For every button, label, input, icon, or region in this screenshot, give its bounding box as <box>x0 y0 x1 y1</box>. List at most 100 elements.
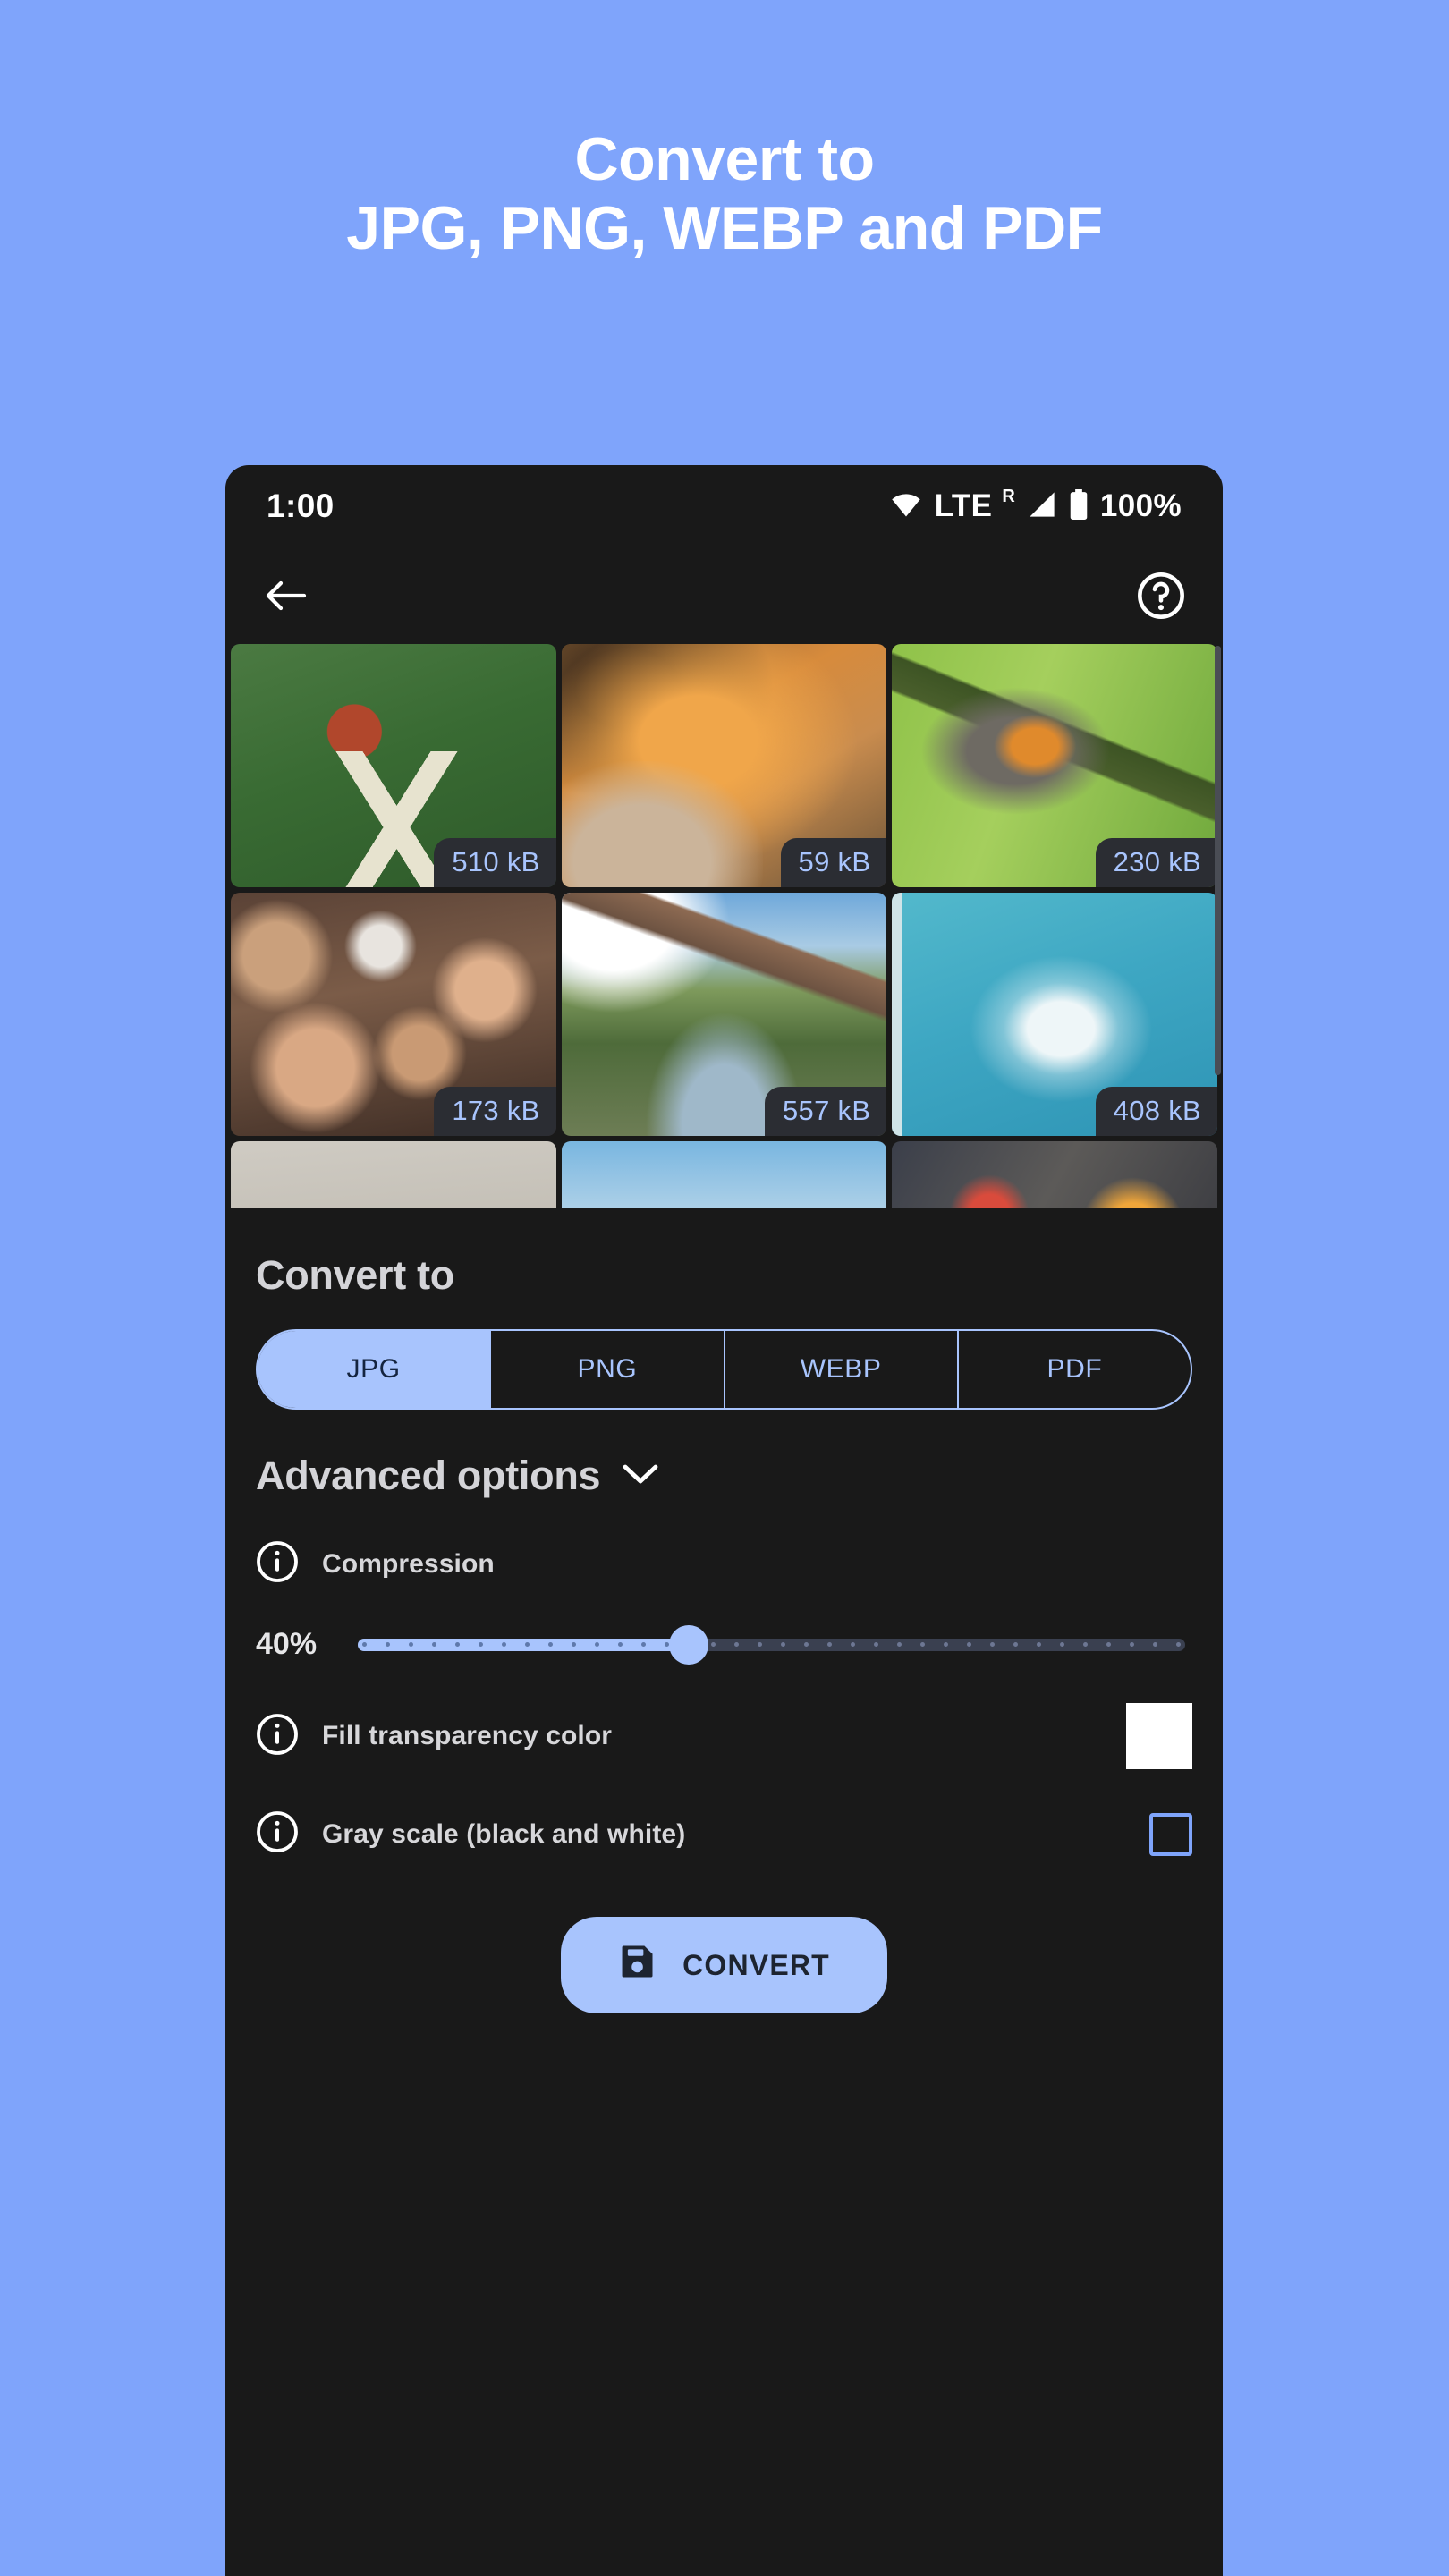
convert-button[interactable]: CONVERT <box>561 1917 887 2013</box>
chevron-down-icon <box>622 1462 659 1490</box>
compression-label: Compression <box>322 1548 495 1579</box>
compression-slider[interactable] <box>358 1624 1185 1665</box>
slider-tick <box>1083 1642 1088 1647</box>
slider-ticks <box>358 1639 1185 1651</box>
fill-color-swatch[interactable] <box>1126 1703 1192 1769</box>
format-tab-png[interactable]: PNG <box>489 1331 723 1408</box>
slider-tick <box>1060 1642 1064 1647</box>
slider-tick <box>595 1642 599 1647</box>
slider-tick <box>479 1642 483 1647</box>
file-size-badge: 59 kB <box>780 838 887 887</box>
image-grid-container[interactable]: 510 kB 59 kB 230 kB 173 kB 557 kB 408 kB <box>225 644 1223 1208</box>
slider-tick <box>734 1642 739 1647</box>
format-tab-jpg[interactable]: JPG <box>258 1331 490 1408</box>
file-size-badge: 173 kB <box>434 1087 556 1136</box>
grid-scrollbar[interactable] <box>1215 646 1221 1075</box>
grid-item[interactable]: 510 kB <box>231 644 556 887</box>
compression-slider-row: 40% <box>256 1624 1192 1665</box>
slider-tick <box>548 1642 553 1647</box>
help-circle-icon[interactable] <box>1137 572 1185 620</box>
slider-thumb[interactable] <box>669 1624 708 1665</box>
file-size-badge: 230 kB <box>1095 838 1217 887</box>
slider-tick <box>409 1642 413 1647</box>
format-selector: JPG PNG WEBP PDF <box>256 1329 1192 1410</box>
slider-tick <box>711 1642 716 1647</box>
file-size-badge: 557 kB <box>765 1087 887 1136</box>
grid-item[interactable]: 230 kB <box>892 644 1217 887</box>
slider-tick <box>618 1642 623 1647</box>
grid-item[interactable]: 408 kB <box>892 893 1217 1136</box>
promo-line-2: JPG, PNG, WEBP and PDF <box>346 193 1103 262</box>
grid-item[interactable]: 557 kB <box>561 893 887 1136</box>
slider-tick <box>455 1642 460 1647</box>
gray-scale-label: Gray scale (black and white) <box>322 1818 686 1849</box>
phone-mockup: 1:00 LTE R 100% 510 kB 59 kB 230 kB 173 … <box>225 465 1223 2576</box>
convert-button-label: CONVERT <box>682 1948 830 1981</box>
slider-tick <box>432 1642 436 1647</box>
fill-transparency-label: Fill transparency color <box>322 1721 613 1750</box>
app-toolbar <box>225 547 1223 644</box>
slider-tick <box>572 1642 576 1647</box>
thumbnail-image <box>231 1141 556 1208</box>
signal-bars-icon <box>1027 491 1057 522</box>
grid-item[interactable]: 59 kB <box>561 644 887 887</box>
format-tab-pdf[interactable]: PDF <box>956 1331 1191 1408</box>
roaming-indicator: R <box>1002 486 1015 506</box>
slider-tick <box>1130 1642 1134 1647</box>
advanced-options-label: Advanced options <box>256 1453 601 1498</box>
slider-tick <box>758 1642 762 1647</box>
slider-tick <box>1013 1642 1018 1647</box>
gray-scale-row: Gray scale (black and white) <box>256 1810 1192 1858</box>
advanced-options-toggle[interactable]: Advanced options <box>256 1453 1192 1499</box>
thumbnail-image <box>892 1141 1217 1208</box>
wifi-icon <box>889 491 923 522</box>
slider-tick <box>827 1642 832 1647</box>
status-icons: LTE R 100% <box>889 486 1182 524</box>
slider-tick <box>990 1642 995 1647</box>
battery-full-icon <box>1069 488 1089 524</box>
info-icon[interactable] <box>256 1713 299 1760</box>
info-icon[interactable] <box>256 1540 299 1588</box>
slider-tick <box>386 1642 390 1647</box>
image-grid: 510 kB 59 kB 230 kB 173 kB 557 kB 408 kB <box>231 644 1217 1208</box>
grid-item[interactable] <box>561 1141 887 1208</box>
info-icon[interactable] <box>256 1810 299 1858</box>
convert-to-heading: Convert to <box>256 1252 455 1298</box>
slider-tick <box>525 1642 530 1647</box>
grid-item[interactable] <box>231 1141 556 1208</box>
grid-item[interactable] <box>892 1141 1217 1208</box>
slider-tick <box>502 1642 506 1647</box>
thumbnail-image <box>561 1141 887 1208</box>
convert-action-area: CONVERT <box>256 1917 1192 2013</box>
format-tab-webp[interactable]: WEBP <box>723 1331 957 1408</box>
slider-tick <box>804 1642 809 1647</box>
promo-heading: Convert to JPG, PNG, WEBP and PDF <box>0 125 1449 263</box>
slider-tick <box>874 1642 878 1647</box>
compression-row: Compression <box>256 1540 1192 1588</box>
slider-tick <box>1153 1642 1157 1647</box>
slider-tick <box>851 1642 855 1647</box>
slider-tick <box>641 1642 646 1647</box>
back-arrow-icon[interactable] <box>263 575 309 616</box>
slider-tick <box>920 1642 925 1647</box>
slider-tick <box>1176 1642 1181 1647</box>
slider-tick <box>1037 1642 1041 1647</box>
slider-tick <box>362 1642 367 1647</box>
battery-percentage: 100% <box>1099 488 1182 523</box>
file-size-badge: 510 kB <box>434 838 556 887</box>
gray-scale-checkbox[interactable] <box>1149 1812 1192 1856</box>
compression-value: 40% <box>256 1627 318 1661</box>
slider-tick <box>897 1642 902 1647</box>
network-type-label: LTE <box>934 488 993 523</box>
save-floppy-icon <box>618 1943 656 1987</box>
slider-tick <box>944 1642 948 1647</box>
status-time: 1:00 <box>267 487 335 524</box>
options-panel: Convert to JPG PNG WEBP PDF Advanced opt… <box>225 1252 1223 2013</box>
fill-transparency-row: Fill transparency color <box>256 1703 1192 1769</box>
slider-tick <box>1106 1642 1111 1647</box>
promo-line-1: Convert to <box>574 125 876 193</box>
slider-tick <box>781 1642 785 1647</box>
status-bar: 1:00 LTE R 100% <box>225 465 1223 547</box>
slider-tick <box>967 1642 971 1647</box>
grid-item[interactable]: 173 kB <box>231 893 556 1136</box>
